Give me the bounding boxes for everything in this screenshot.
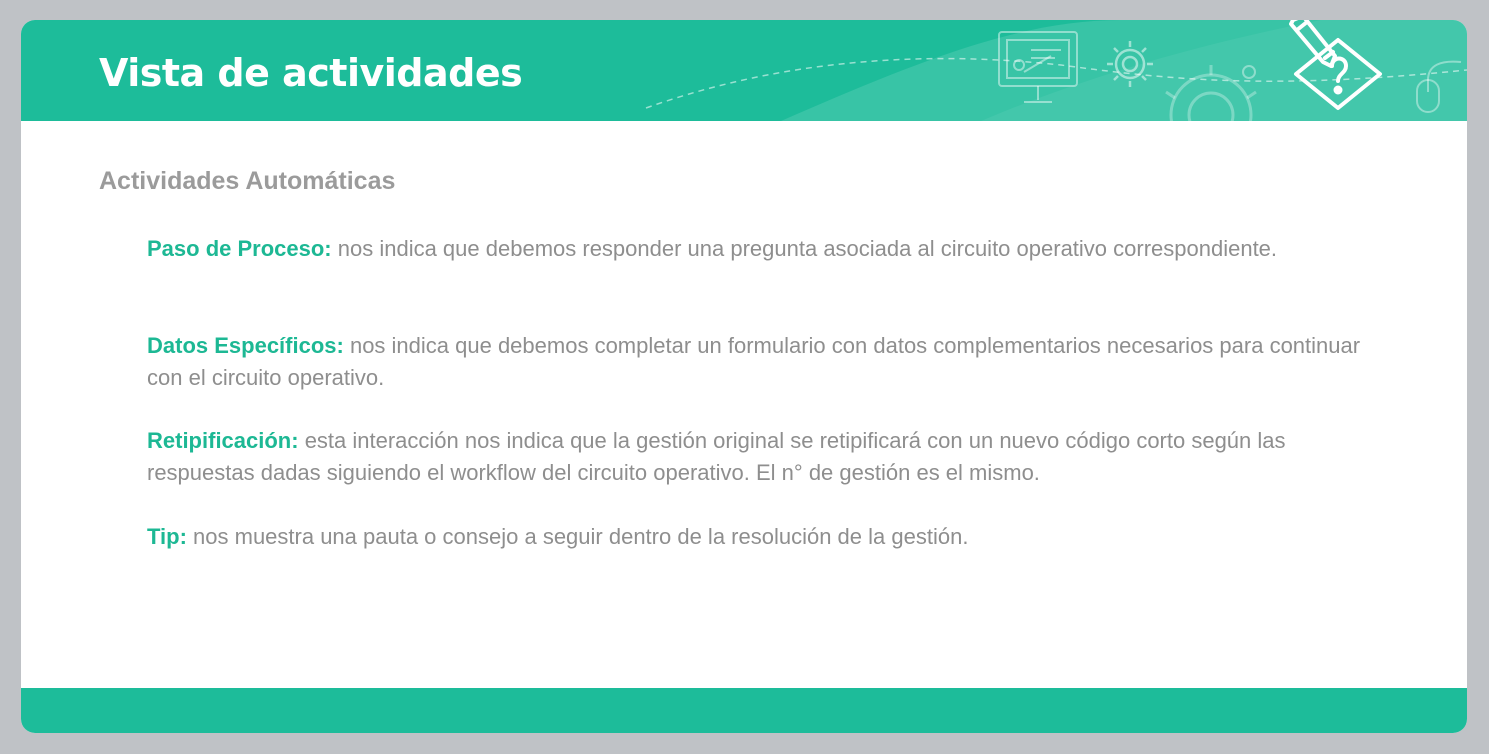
page-title: Vista de actividades xyxy=(99,51,523,95)
footer-bar xyxy=(21,688,1467,733)
item-tip: Tip: nos muestra una pauta o consejo a s… xyxy=(147,521,1387,553)
item-term: Retipificación: xyxy=(147,428,299,453)
section-title: Actividades Automáticas xyxy=(99,167,396,195)
item-term: Tip: xyxy=(147,524,187,549)
item-term: Datos Específicos: xyxy=(147,333,344,358)
content-area: Actividades Automáticas Paso de Proceso:… xyxy=(21,121,1467,688)
item-paso-de-proceso: Paso de Proceso: nos indica que debemos … xyxy=(147,233,1387,265)
item-retipificacion: Retipificación: esta interacción nos ind… xyxy=(147,425,1387,489)
item-description: esta interacción nos indica que la gesti… xyxy=(147,428,1286,485)
item-datos-especificos: Datos Específicos: nos indica que debemo… xyxy=(147,330,1387,394)
item-description: nos indica que debemos responder una pre… xyxy=(331,236,1278,261)
slide-card: Vista de actividades Actividades Automát… xyxy=(21,20,1467,733)
header-banner: Vista de actividades xyxy=(21,20,1467,121)
edit-help-icon xyxy=(1289,20,1382,110)
item-term: Paso de Proceso: xyxy=(147,236,332,261)
item-description: nos muestra una pauta o consejo a seguir… xyxy=(186,524,969,549)
